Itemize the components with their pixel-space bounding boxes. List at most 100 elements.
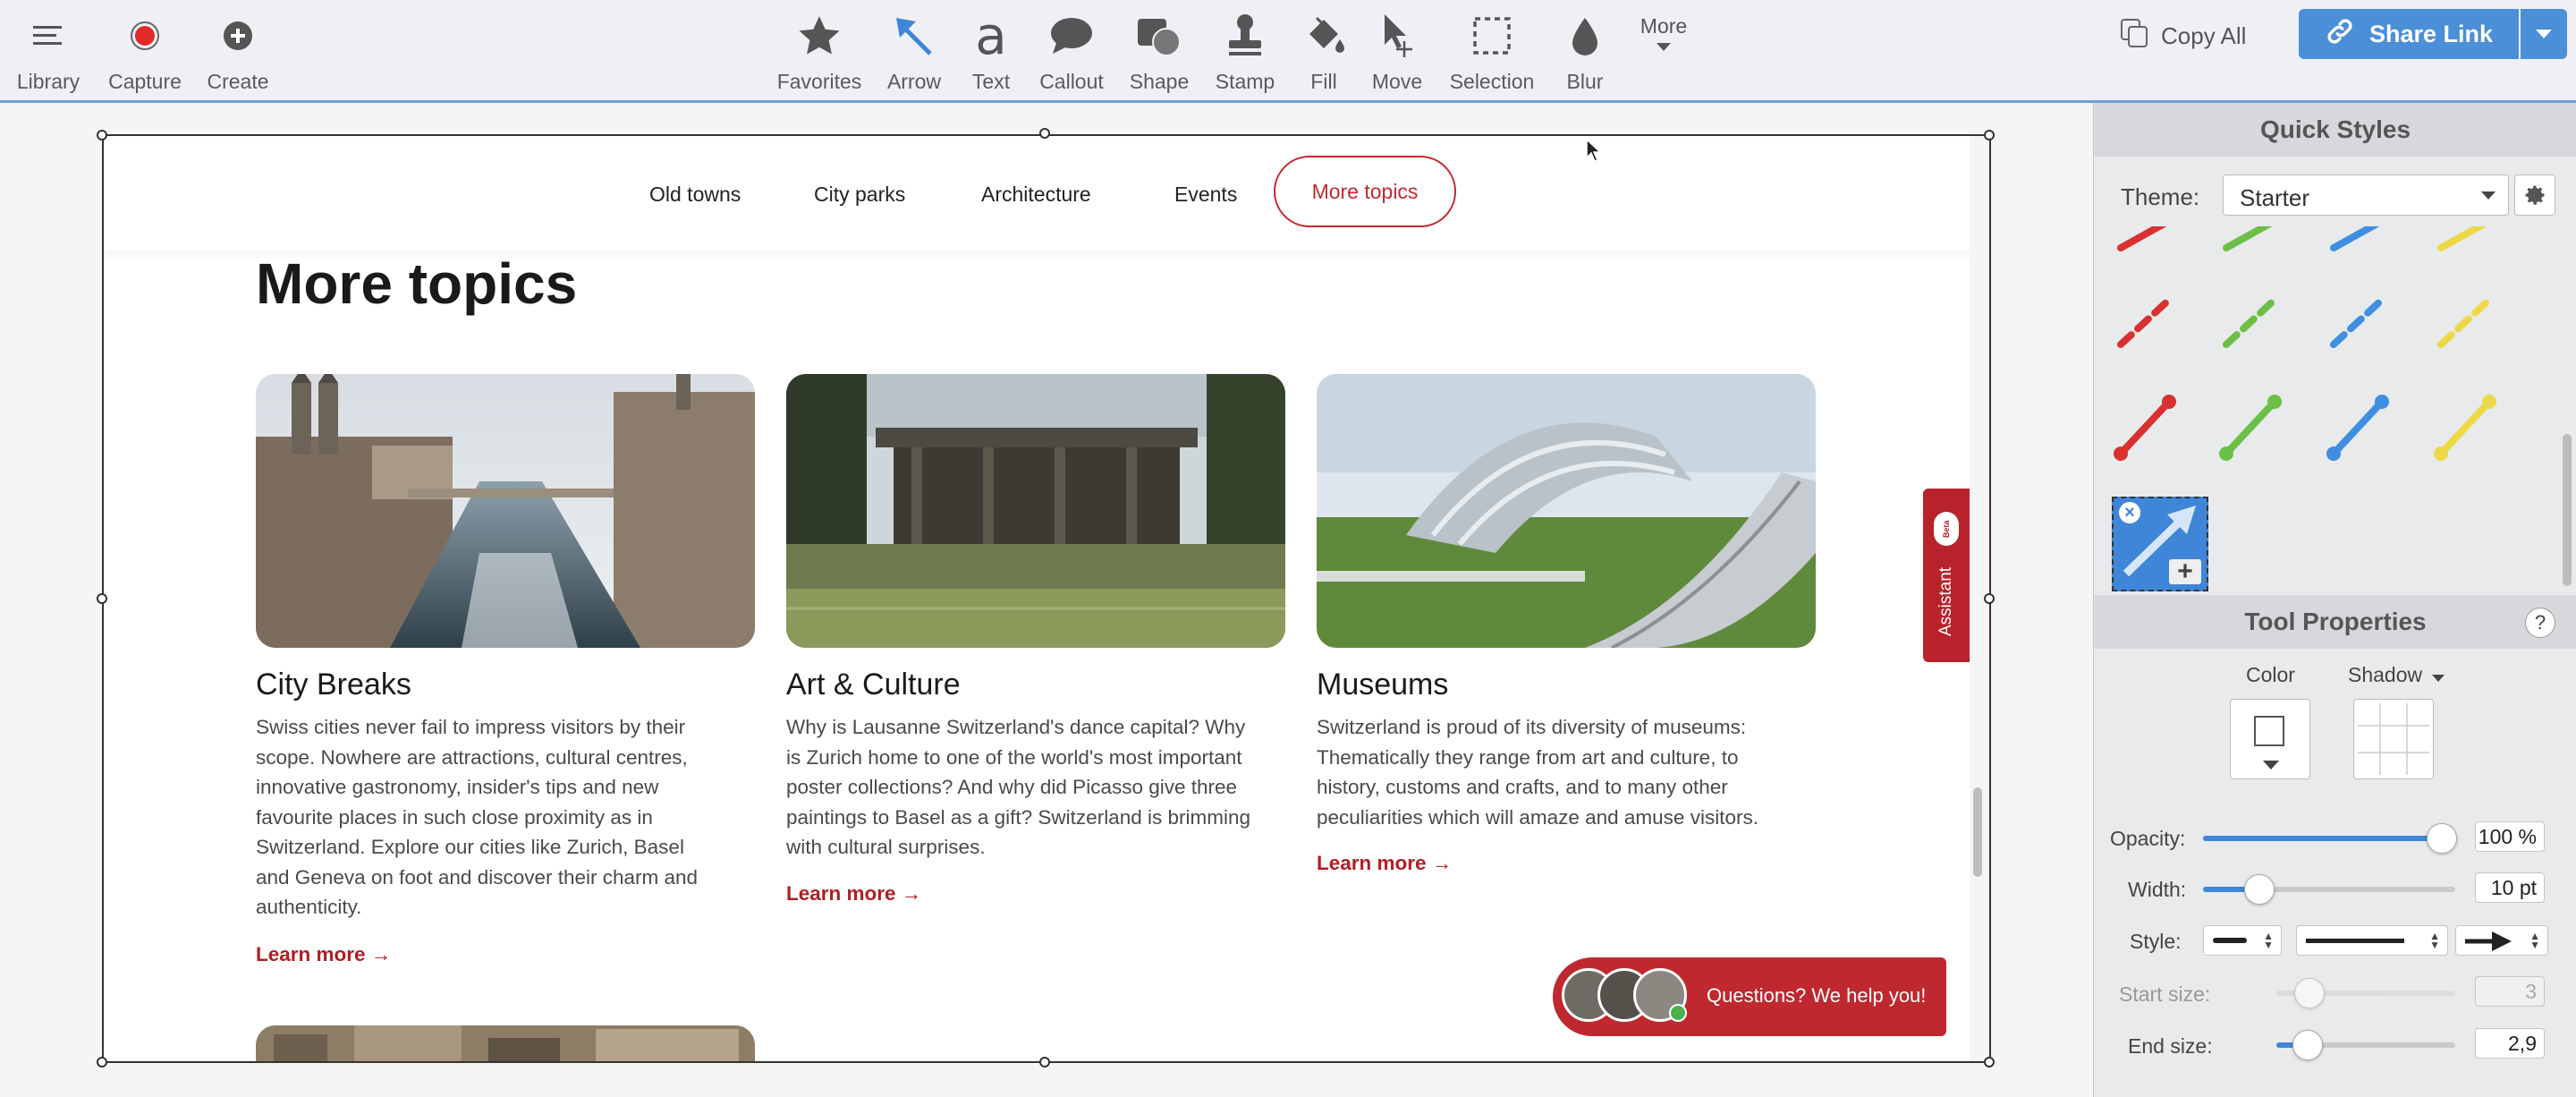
- topic-nav: Old towns City parks Architecture Events…: [102, 132, 1970, 251]
- move-tool[interactable]: Move: [1361, 0, 1433, 100]
- nav-old-towns[interactable]: Old towns: [649, 183, 741, 207]
- page-title: More topics: [256, 251, 578, 316]
- width-label: Width:: [2128, 878, 2187, 901]
- art-culture-learn-more[interactable]: Learn more →: [786, 882, 921, 906]
- shadow-picker[interactable]: [2353, 699, 2434, 779]
- capture-button[interactable]: Capture: [108, 0, 182, 100]
- theme-select[interactable]: Starter: [2223, 174, 2509, 216]
- chevron-down-icon: [2431, 674, 2445, 682]
- style-swatch-blue[interactable]: [2330, 226, 2382, 251]
- selection-tool[interactable]: Selection: [1450, 0, 1534, 100]
- opacity-label: Opacity:: [2110, 827, 2186, 850]
- start-size-value-field[interactable]: 3: [2475, 976, 2545, 1007]
- text-icon: a: [975, 5, 1007, 66]
- blur-tool[interactable]: Blur: [1549, 0, 1621, 100]
- resize-handle[interactable]: [97, 130, 107, 140]
- quick-styles-scrollbar[interactable]: [2563, 434, 2572, 586]
- chevron-down-icon: [1657, 43, 1671, 51]
- fill-icon: [1297, 13, 1351, 59]
- style-swatch-green[interactable]: [2219, 395, 2282, 461]
- library-button[interactable]: Library: [13, 0, 84, 100]
- resize-handle[interactable]: [97, 593, 107, 604]
- blur-icon: [1558, 13, 1612, 59]
- style-swatch-yellow[interactable]: [2434, 395, 2496, 461]
- selection-icon: [1465, 13, 1519, 59]
- line-cap-select[interactable]: ▲ ▼: [2203, 925, 2282, 956]
- theme-label: Theme:: [2121, 183, 2200, 210]
- museums-description: Switzerland is proud of its diversity of…: [1317, 716, 1758, 829]
- color-label: Color: [2246, 663, 2295, 686]
- remove-style-icon[interactable]: ×: [2119, 502, 2140, 523]
- share-link-label: Share Link: [2368, 20, 2494, 47]
- style-swatch-yellow[interactable]: [2437, 226, 2489, 251]
- museums-image[interactable]: [1317, 374, 1816, 648]
- nav-more-topics[interactable]: More topics: [1274, 156, 1456, 227]
- chat-help-widget[interactable]: Questions? We help you!: [1553, 957, 1946, 1036]
- style-swatch-green[interactable]: [2223, 226, 2275, 251]
- record-icon: [118, 13, 172, 59]
- properties-panel: Quick Styles Theme: Starter × + Tool Pro…: [2093, 103, 2576, 1097]
- shape-icon: [1132, 13, 1186, 59]
- move-label: Move: [1371, 70, 1423, 93]
- city-breaks-title[interactable]: City Breaks: [256, 668, 411, 702]
- custom-arrow-style[interactable]: × +: [2112, 497, 2208, 591]
- start-size-label: Start size:: [2119, 982, 2211, 1006]
- end-size-value-field[interactable]: 2,9: [2475, 1028, 2545, 1059]
- color-picker[interactable]: [2230, 699, 2310, 779]
- art-culture-image[interactable]: [786, 374, 1285, 648]
- line-style-select[interactable]: ▲ ▼: [2296, 925, 2448, 956]
- width-slider[interactable]: [2203, 874, 2455, 905]
- nav-city-parks[interactable]: City parks: [814, 183, 905, 207]
- width-value-field[interactable]: 10 pt: [2475, 872, 2545, 903]
- callout-tool[interactable]: Callout: [1036, 0, 1107, 100]
- shape-tool[interactable]: Shape: [1123, 0, 1195, 100]
- start-size-slider[interactable]: [2276, 978, 2455, 1008]
- opacity-value-field[interactable]: 100 %: [2475, 821, 2545, 852]
- arrow-head-preview: [2465, 931, 2512, 951]
- share-link-button[interactable]: Share Link: [2299, 9, 2519, 59]
- end-size-slider[interactable]: [2276, 1030, 2455, 1060]
- text-tool[interactable]: a Text: [955, 0, 1027, 100]
- style-swatch-red[interactable]: [2117, 296, 2173, 348]
- art-culture-title[interactable]: Art & Culture: [786, 668, 961, 702]
- opacity-slider[interactable]: [2203, 823, 2457, 854]
- online-status-dot: [1669, 1004, 1687, 1022]
- resize-handle[interactable]: [1039, 128, 1050, 139]
- museums-learn-more[interactable]: Learn more →: [1317, 852, 1452, 875]
- city-breaks-image[interactable]: [256, 374, 755, 648]
- museums-title[interactable]: Museums: [1317, 668, 1448, 702]
- resize-handle[interactable]: [1984, 130, 1995, 140]
- resize-handle[interactable]: [1984, 1057, 1995, 1067]
- next-card-image[interactable]: [256, 1025, 755, 1063]
- add-style-icon[interactable]: +: [2169, 558, 2201, 585]
- resize-handle[interactable]: [97, 1057, 107, 1067]
- copy-icon: [2120, 18, 2150, 55]
- menu-icon: [21, 13, 75, 59]
- share-options-dropdown[interactable]: [2521, 9, 2567, 59]
- style-swatch-yellow[interactable]: [2437, 296, 2493, 348]
- style-swatch-green[interactable]: [2223, 296, 2278, 348]
- nav-architecture[interactable]: Architecture: [981, 183, 1091, 207]
- shadow-menu[interactable]: Shadow: [2348, 663, 2445, 687]
- nav-events[interactable]: Events: [1174, 183, 1237, 207]
- captured-webpage: Old towns City parks Architecture Events…: [102, 132, 1970, 1063]
- help-button[interactable]: ?: [2525, 608, 2555, 638]
- favorites-tool[interactable]: Favorites: [777, 0, 861, 100]
- resize-handle[interactable]: [1984, 593, 1995, 604]
- favorites-label: Favorites: [776, 70, 862, 93]
- copy-all-button[interactable]: Copy All: [2120, 18, 2246, 54]
- create-button[interactable]: Create: [202, 0, 274, 100]
- style-swatch-blue[interactable]: [2326, 395, 2389, 461]
- tool-properties-header: Tool Properties: [2094, 595, 2576, 649]
- style-swatch-blue[interactable]: [2330, 296, 2385, 348]
- style-swatch-red[interactable]: [2114, 395, 2176, 461]
- city-breaks-learn-more[interactable]: Learn more →: [256, 943, 391, 966]
- arrow-head-select[interactable]: ▲ ▼: [2455, 925, 2548, 956]
- resize-handle[interactable]: [1039, 1057, 1050, 1067]
- assistant-tab[interactable]: Beta Assistant: [1923, 489, 1970, 662]
- theme-settings-button[interactable]: [2514, 174, 2555, 216]
- style-swatch-red[interactable]: [2117, 226, 2169, 251]
- canvas-scrollbar[interactable]: [1973, 787, 1982, 877]
- line-style-preview: [2306, 939, 2404, 943]
- more-menu[interactable]: More: [1628, 0, 1699, 100]
